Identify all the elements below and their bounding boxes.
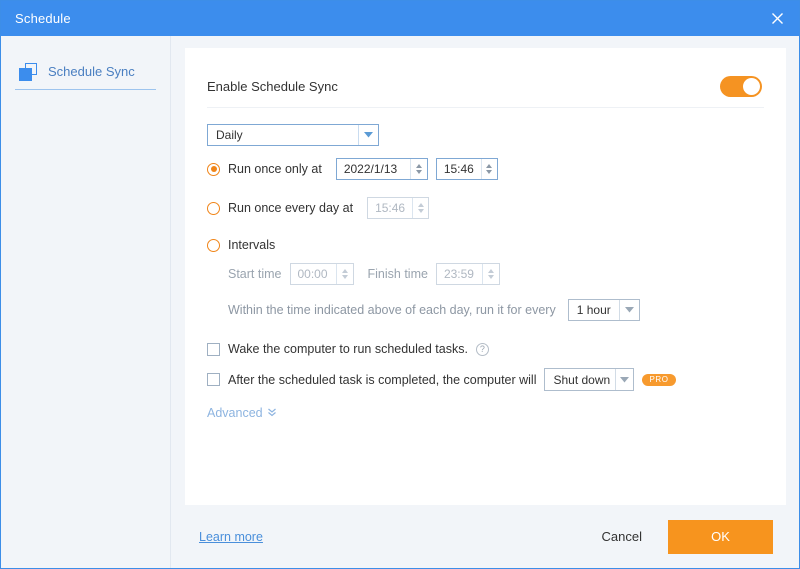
intervals-radio[interactable] bbox=[207, 239, 220, 252]
footer-actions: Cancel OK bbox=[594, 520, 773, 554]
close-button[interactable] bbox=[755, 1, 799, 36]
advanced-label: Advanced bbox=[207, 406, 263, 420]
double-chevron-down-icon bbox=[267, 406, 277, 420]
enable-schedule-sync-toggle[interactable] bbox=[720, 76, 762, 97]
finish-time-value: 23:59 bbox=[437, 267, 482, 281]
dialog-body: Schedule Sync Enable Schedule Sync Daily bbox=[1, 36, 799, 568]
start-time-spinner[interactable]: 00:00 bbox=[290, 263, 354, 285]
frequency-select[interactable]: Daily bbox=[207, 124, 379, 146]
chevron-down-icon bbox=[358, 125, 378, 145]
every-day-time-spinner[interactable]: 15:46 bbox=[367, 197, 429, 219]
frequency-value: Daily bbox=[208, 128, 358, 142]
interval-every-row: Within the time indicated above of each … bbox=[207, 299, 764, 321]
window-title: Schedule bbox=[15, 11, 71, 26]
after-task-checkbox[interactable] bbox=[207, 373, 220, 386]
ok-button[interactable]: OK bbox=[668, 520, 773, 554]
sidebar-item-label: Schedule Sync bbox=[48, 64, 135, 79]
run-once-date-value: 2022/1/13 bbox=[337, 162, 410, 176]
run-once-only-row: Run once only at 2022/1/13 15:46 bbox=[207, 158, 764, 180]
close-icon bbox=[771, 12, 784, 25]
advanced-link[interactable]: Advanced bbox=[207, 406, 277, 420]
enable-schedule-sync-row: Enable Schedule Sync bbox=[207, 66, 764, 108]
interval-every-select[interactable]: 1 hour bbox=[568, 299, 640, 321]
learn-more-link[interactable]: Learn more bbox=[199, 530, 263, 544]
frequency-row: Daily bbox=[207, 124, 764, 146]
settings-panel: Enable Schedule Sync Daily bbox=[185, 48, 786, 505]
cancel-button[interactable]: Cancel bbox=[594, 523, 650, 550]
run-once-only-label: Run once only at bbox=[228, 162, 322, 176]
toggle-knob bbox=[743, 78, 760, 95]
chevron-down-icon bbox=[619, 300, 639, 320]
finish-time-spinner[interactable]: 23:59 bbox=[436, 263, 500, 285]
schedule-dialog: Schedule Schedule Sync bbox=[0, 0, 800, 569]
intervals-row: Intervals bbox=[207, 238, 764, 252]
enable-schedule-sync-label: Enable Schedule Sync bbox=[207, 79, 338, 94]
after-task-label: After the scheduled task is completed, t… bbox=[228, 373, 536, 387]
run-once-date-spinner[interactable]: 2022/1/13 bbox=[336, 158, 428, 180]
run-once-time-value: 15:46 bbox=[437, 162, 481, 176]
wake-computer-row: Wake the computer to run scheduled tasks… bbox=[207, 342, 764, 356]
date-stepper-icon[interactable] bbox=[410, 159, 427, 179]
interval-every-value: 1 hour bbox=[569, 303, 619, 317]
after-task-action-select[interactable]: Shut down bbox=[544, 368, 634, 391]
start-time-value: 00:00 bbox=[291, 267, 336, 281]
interval-description: Within the time indicated above of each … bbox=[228, 303, 556, 317]
time-stepper-icon[interactable] bbox=[481, 159, 497, 179]
sidebar: Schedule Sync bbox=[1, 36, 171, 568]
every-day-time-value: 15:46 bbox=[368, 201, 412, 215]
run-once-only-radio[interactable] bbox=[207, 163, 220, 176]
start-time-label: Start time bbox=[228, 267, 282, 281]
wake-computer-checkbox[interactable] bbox=[207, 343, 220, 356]
after-task-action-value: Shut down bbox=[545, 373, 614, 387]
run-once-every-day-radio[interactable] bbox=[207, 202, 220, 215]
finish-time-label: Finish time bbox=[368, 267, 428, 281]
run-once-every-day-row: Run once every day at 15:46 bbox=[207, 197, 764, 219]
pro-badge[interactable]: PRO bbox=[642, 374, 675, 386]
chevron-down-icon bbox=[615, 369, 634, 390]
after-task-row: After the scheduled task is completed, t… bbox=[207, 368, 764, 391]
run-once-every-day-label: Run once every day at bbox=[228, 201, 353, 215]
content-area: Enable Schedule Sync Daily bbox=[171, 36, 799, 568]
time-stepper-icon[interactable] bbox=[482, 264, 499, 284]
sidebar-item-schedule-sync[interactable]: Schedule Sync bbox=[15, 54, 156, 90]
run-once-time-spinner[interactable]: 15:46 bbox=[436, 158, 498, 180]
help-icon[interactable]: ? bbox=[476, 343, 489, 356]
time-stepper-icon[interactable] bbox=[336, 264, 353, 284]
footer: Learn more Cancel OK bbox=[185, 505, 786, 568]
intervals-time-row: Start time 00:00 Finish time 23:59 bbox=[207, 263, 764, 285]
stacked-squares-icon bbox=[19, 63, 37, 81]
title-bar: Schedule bbox=[1, 1, 799, 36]
intervals-label: Intervals bbox=[228, 238, 275, 252]
time-stepper-icon[interactable] bbox=[412, 198, 428, 218]
wake-computer-label: Wake the computer to run scheduled tasks… bbox=[228, 342, 468, 356]
